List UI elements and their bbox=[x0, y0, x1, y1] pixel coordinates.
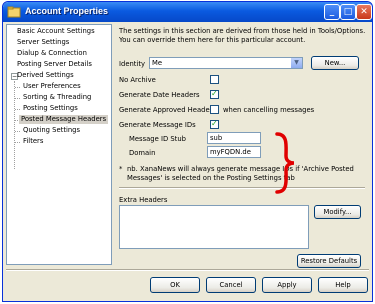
tree-connector bbox=[15, 142, 20, 143]
note-marker: * bbox=[119, 165, 123, 173]
no-archive-label: No Archive bbox=[119, 76, 156, 84]
generate-date-headers-checkbox[interactable]: ✓ bbox=[210, 89, 219, 99]
footer-divider bbox=[6, 269, 369, 271]
red-brace-annotation bbox=[275, 132, 295, 194]
close-button[interactable]: ✕ bbox=[356, 4, 372, 20]
chevron-down-icon[interactable]: ▼ bbox=[291, 58, 302, 68]
app-icon bbox=[7, 6, 21, 18]
tree-item-posting-server-details[interactable]: Posting Server Details bbox=[15, 60, 94, 69]
tree-item-quoting-settings[interactable]: Quoting Settings bbox=[21, 126, 82, 135]
settings-tree[interactable]: Basic Account Settings Server Settings D… bbox=[6, 24, 112, 265]
tree-item-derived-settings[interactable]: Derived Settings bbox=[15, 71, 76, 80]
cancel-button[interactable]: Cancel bbox=[206, 277, 256, 293]
approved-headers-suffix: when cancelling messages bbox=[223, 106, 315, 114]
title-bar[interactable]: Account Properties _ □ ✕ bbox=[3, 2, 372, 22]
window-title: Account Properties bbox=[25, 6, 109, 16]
tree-item-basic-account-settings[interactable]: Basic Account Settings bbox=[15, 27, 97, 36]
tree-connector bbox=[15, 109, 20, 110]
apply-button[interactable]: Apply bbox=[262, 277, 312, 293]
modify-button[interactable]: Modify... bbox=[314, 205, 361, 219]
message-id-stub-input[interactable]: sub bbox=[207, 132, 261, 144]
checkmark-icon: ✓ bbox=[211, 89, 218, 98]
settings-panel: The settings in this section are derived… bbox=[115, 24, 369, 268]
note-text: nb. XanaNews will always generate messag… bbox=[127, 165, 354, 182]
tree-item-user-preferences[interactable]: User Preferences bbox=[21, 82, 83, 91]
tree-item-sorting-threading[interactable]: Sorting & Threading bbox=[21, 93, 93, 102]
domain-input[interactable]: myFQDN.de bbox=[207, 146, 261, 158]
help-button[interactable]: Help bbox=[318, 277, 368, 293]
tree-item-posting-settings[interactable]: Posting Settings bbox=[21, 104, 80, 113]
domain-label: Domain bbox=[129, 149, 156, 157]
divider bbox=[119, 187, 365, 189]
extra-headers-textarea[interactable] bbox=[119, 205, 309, 249]
generate-approved-headers-label: Generate Approved Headers bbox=[119, 106, 216, 114]
minimize-icon: _ bbox=[329, 7, 335, 17]
message-id-stub-label: Message ID Stub bbox=[129, 135, 186, 143]
maximize-icon: □ bbox=[343, 7, 353, 17]
tree-connector bbox=[15, 87, 20, 88]
info-text: The settings in this section are derived… bbox=[119, 27, 366, 44]
generate-message-ids-label: Generate Message IDs bbox=[119, 121, 196, 129]
checkmark-icon: ✓ bbox=[211, 119, 218, 128]
generate-date-headers-label: Generate Date Headers bbox=[119, 91, 200, 99]
tree-item-posted-message-headers[interactable]: Posted Message Headers bbox=[19, 115, 109, 124]
identity-label: Identity bbox=[119, 60, 146, 68]
minimize-button[interactable]: _ bbox=[324, 4, 340, 20]
tree-item-server-settings[interactable]: Server Settings bbox=[15, 38, 71, 47]
account-properties-window: Account Properties _ □ ✕ Basic Account S… bbox=[2, 1, 373, 302]
generate-approved-headers-checkbox[interactable] bbox=[210, 105, 219, 114]
ok-button[interactable]: OK bbox=[150, 277, 200, 293]
extra-headers-label: Extra Headers bbox=[119, 196, 168, 204]
tree-item-dialup-connection[interactable]: Dialup & Connection bbox=[15, 49, 89, 58]
identity-value: Me bbox=[152, 59, 163, 67]
tree-connector bbox=[14, 81, 15, 169]
tree-connector bbox=[15, 131, 20, 132]
maximize-button[interactable]: □ bbox=[340, 4, 356, 20]
identity-select[interactable]: Me ▼ bbox=[149, 57, 303, 69]
tree-item-filters[interactable]: Filters bbox=[21, 137, 45, 146]
close-icon: ✕ bbox=[360, 7, 368, 17]
no-archive-checkbox[interactable] bbox=[210, 75, 219, 84]
generate-message-ids-checkbox[interactable]: ✓ bbox=[210, 119, 219, 129]
restore-defaults-button[interactable]: Restore Defaults bbox=[297, 254, 361, 268]
tree-connector bbox=[15, 98, 20, 99]
new-identity-button[interactable]: New... bbox=[311, 56, 359, 70]
